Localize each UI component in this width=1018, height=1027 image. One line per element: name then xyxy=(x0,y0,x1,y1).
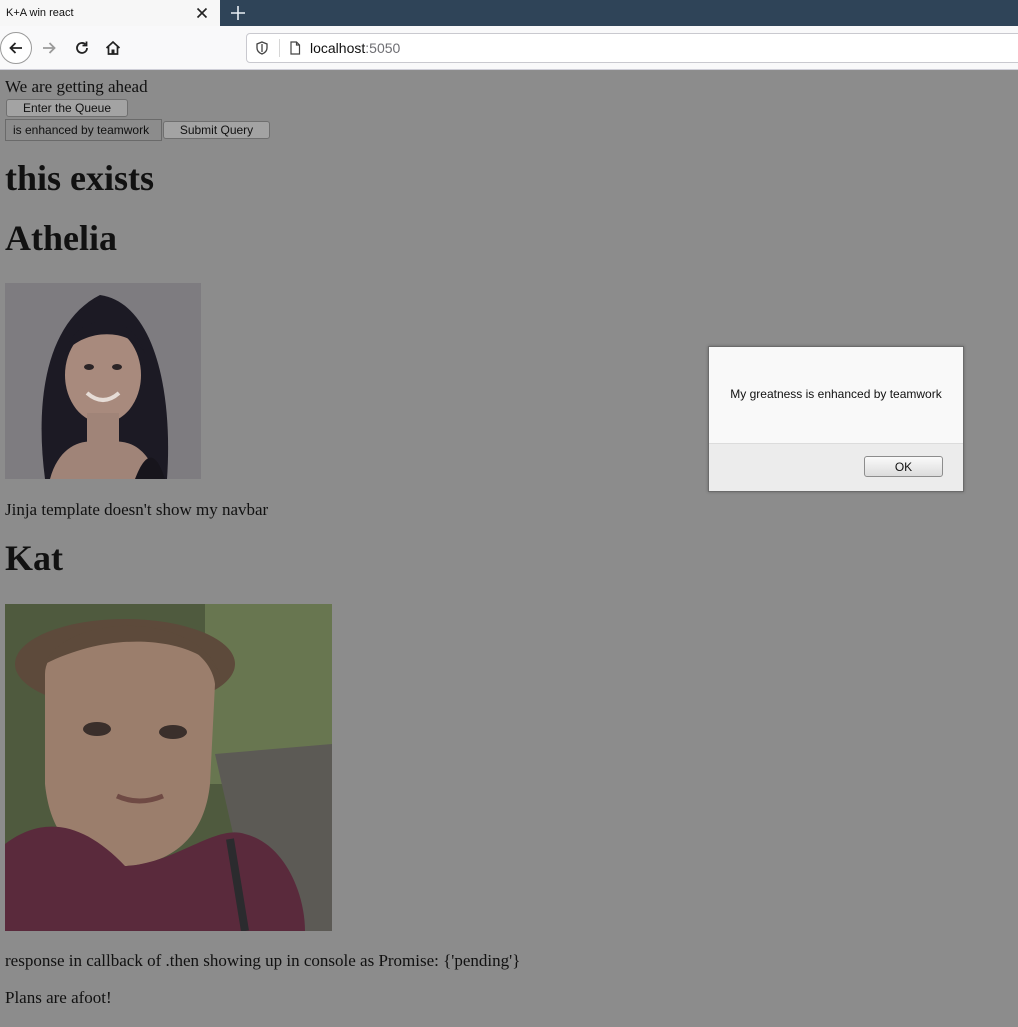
page-icon[interactable] xyxy=(288,41,302,55)
athelia-note: Jinja template doesn't show my navbar xyxy=(5,500,269,519)
reload-button[interactable] xyxy=(66,32,98,64)
reload-icon xyxy=(76,41,88,54)
close-icon[interactable] xyxy=(194,5,210,21)
back-arrow-icon xyxy=(9,42,22,54)
navigation-bar: localhost:5050 xyxy=(0,26,1018,70)
active-tab[interactable]: K+A win react xyxy=(0,0,220,26)
home-button[interactable] xyxy=(97,32,129,64)
shield-icon[interactable] xyxy=(255,41,269,55)
ok-button[interactable]: OK xyxy=(864,456,943,477)
tab-title: K+A win react xyxy=(6,7,74,19)
footer-text: Plans are afoot! xyxy=(5,988,112,1007)
heading-athelia: Athelia xyxy=(5,218,117,258)
kat-photo xyxy=(5,604,332,931)
separator xyxy=(279,39,280,57)
forward-arrow-icon xyxy=(43,42,56,54)
alert-dialog: My greatness is enhanced by teamwork OK xyxy=(708,346,964,492)
url-host: localhost xyxy=(310,40,366,56)
back-button[interactable] xyxy=(0,32,32,64)
enter-queue-button[interactable]: Enter the Queue xyxy=(6,99,128,117)
url-text: localhost:5050 xyxy=(310,40,400,56)
new-tab-icon[interactable] xyxy=(228,3,248,23)
heading-exists: this exists xyxy=(5,158,155,198)
submit-query-button[interactable]: Submit Query xyxy=(163,121,270,139)
heading-kat: Kat xyxy=(5,538,63,578)
athelia-photo xyxy=(5,283,201,479)
alert-message: My greatness is enhanced by teamwork xyxy=(730,387,942,401)
address-bar[interactable]: localhost:5050 xyxy=(246,33,1018,63)
tab-bar: K+A win react xyxy=(0,0,1018,26)
query-input[interactable]: is enhanced by teamwork xyxy=(5,119,162,141)
forward-button[interactable] xyxy=(33,32,65,64)
page-content: We are getting ahead Enter the Queue is … xyxy=(0,71,1018,1027)
alert-footer: OK xyxy=(709,443,963,491)
url-port: :5050 xyxy=(365,40,401,56)
kat-note: response in callback of .then showing up… xyxy=(5,951,521,970)
page-intro-text: We are getting ahead xyxy=(5,77,148,96)
home-icon xyxy=(105,40,121,55)
